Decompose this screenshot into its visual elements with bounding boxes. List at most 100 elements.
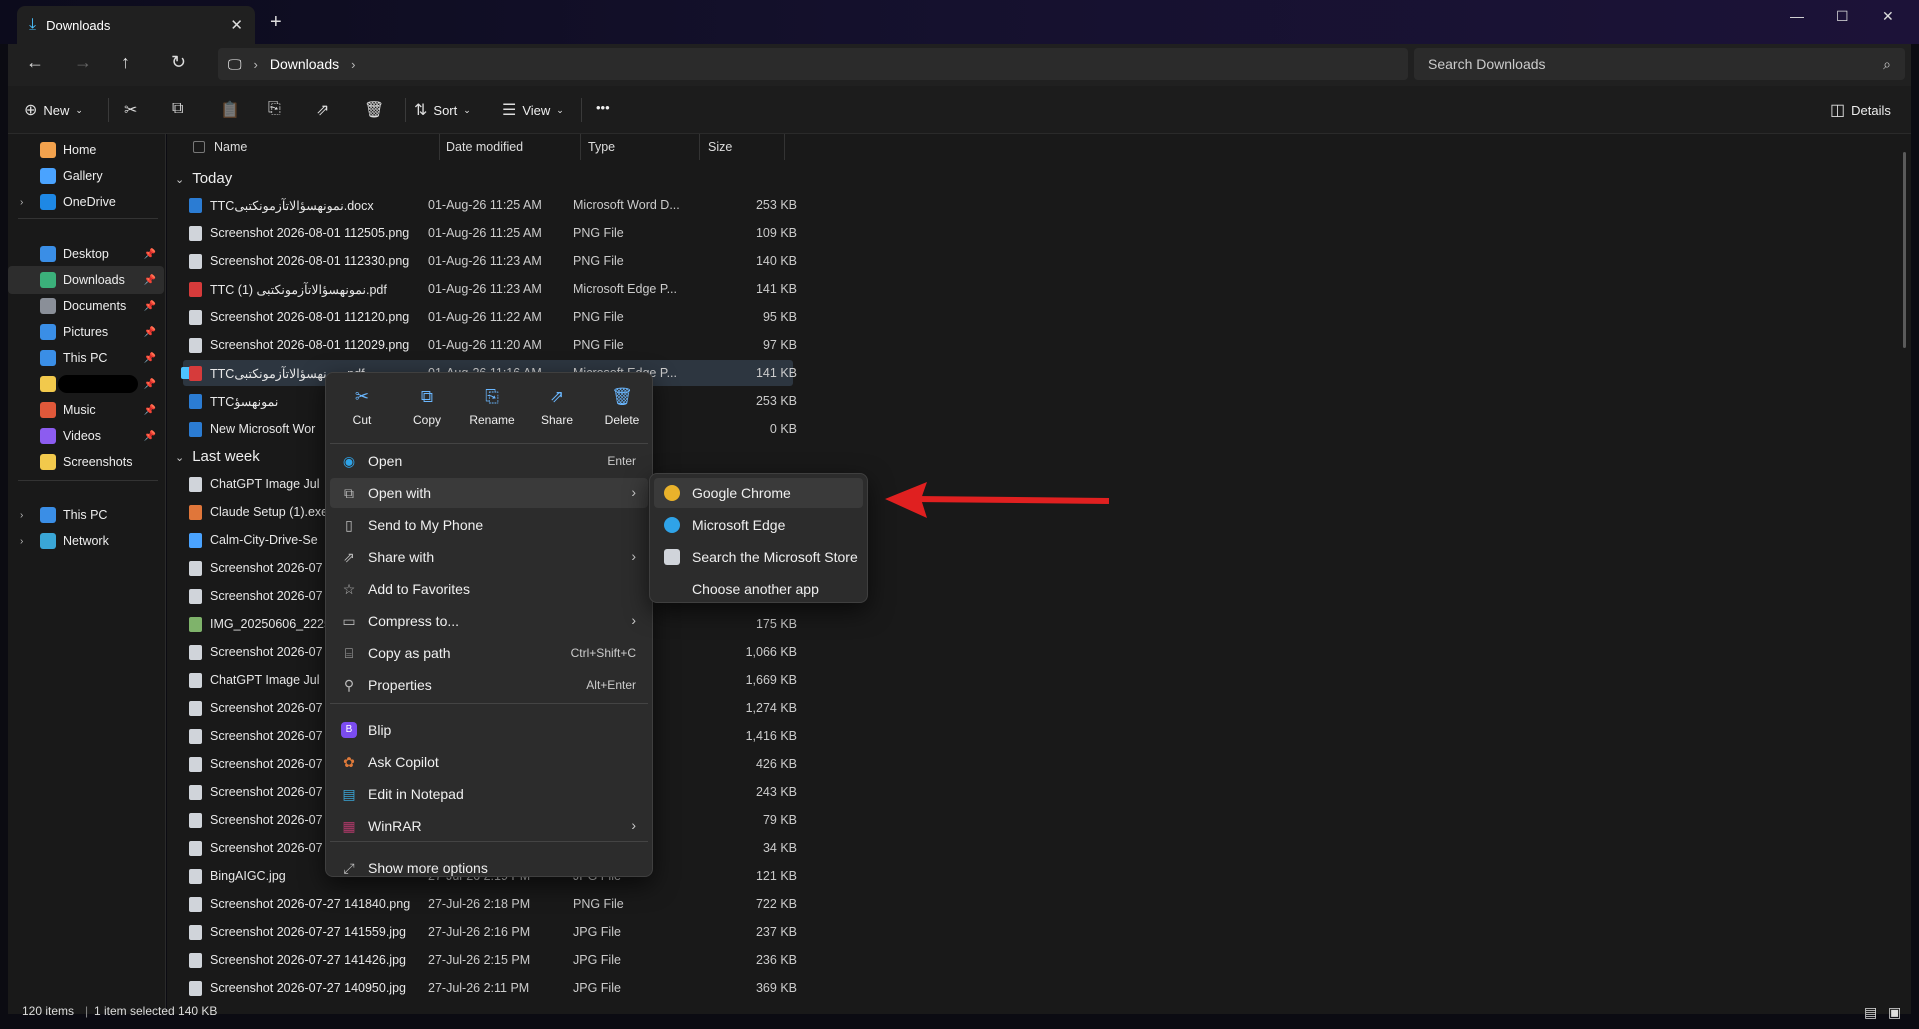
maximize-icon[interactable]: ☐ bbox=[1836, 8, 1849, 25]
menu-item[interactable]: ◉ Open Enter bbox=[330, 446, 648, 476]
sidebar-item[interactable]: Gallery bbox=[8, 162, 164, 190]
sidebar-item[interactable]: Downloads 📌 bbox=[8, 266, 164, 294]
sidebar-item[interactable]: › This PC bbox=[8, 501, 164, 529]
sidebar-item[interactable]: Videos 📌 bbox=[8, 422, 164, 450]
up-icon[interactable]: ↑ bbox=[121, 52, 130, 73]
back-icon[interactable]: ← bbox=[26, 52, 44, 73]
file-row[interactable]: Screenshot 2026-07-27 140950.jpg 27-Jul-2… bbox=[183, 975, 797, 1001]
submenu-item[interactable]: Google Chrome bbox=[654, 478, 863, 508]
address-bar[interactable]: 🖵 › Downloads › bbox=[218, 48, 1408, 80]
sidebar-item[interactable]: Desktop 📌 bbox=[8, 240, 164, 268]
forward-icon[interactable]: → bbox=[74, 52, 92, 73]
new-tab-button[interactable]: + bbox=[270, 11, 282, 34]
rename-icon[interactable]: ⎘ bbox=[268, 100, 281, 118]
menu-item[interactable]: ⧉ Open with › bbox=[330, 478, 648, 508]
expand-chevron-icon[interactable]: › bbox=[20, 536, 23, 547]
delete-quick-action[interactable]: 🗑 Delete bbox=[590, 383, 654, 437]
vertical-scrollbar[interactable] bbox=[1903, 152, 1906, 348]
pin-icon[interactable]: 📌 bbox=[144, 275, 156, 286]
menu-item[interactable]: ▭ Compress to... › bbox=[330, 606, 648, 636]
file-row[interactable]: TTCنمونهسؤالاتآزمونکتبی.docx 01-Aug-26 11… bbox=[183, 192, 797, 218]
sidebar-item[interactable]: Pictures 📌 bbox=[8, 318, 164, 346]
column-divider[interactable] bbox=[580, 134, 581, 160]
close-tab-icon[interactable]: ✕ bbox=[230, 16, 243, 34]
file-row[interactable]: Screenshot 2026-07-27 141840.png 27-Jul-2… bbox=[183, 891, 797, 917]
pin-icon[interactable]: 📌 bbox=[144, 353, 156, 364]
column-type[interactable]: Type bbox=[588, 140, 615, 154]
app-icon bbox=[664, 517, 680, 533]
view-button[interactable]: ☰ View ⌄ bbox=[502, 100, 564, 120]
share-quick-action[interactable]: ⇗ Share bbox=[525, 383, 589, 437]
sidebar-item[interactable]: › OneDrive bbox=[8, 188, 164, 216]
delete-icon[interactable]: 🗑 bbox=[364, 100, 384, 120]
file-row[interactable]: Screenshot 2026-07-27 141426.jpg 27-Jul-2… bbox=[183, 947, 797, 973]
minimize-icon[interactable]: — bbox=[1790, 8, 1804, 24]
pin-icon[interactable]: 📌 bbox=[144, 327, 156, 338]
select-all-checkbox[interactable] bbox=[193, 141, 205, 153]
column-size[interactable]: Size bbox=[708, 140, 732, 154]
column-divider[interactable] bbox=[439, 134, 440, 160]
tab-downloads[interactable]: ⤓ Downloads ✕ bbox=[17, 6, 255, 44]
sidebar-item[interactable]: 📌 bbox=[8, 370, 164, 398]
tiles-view-icon[interactable]: ▣ bbox=[1888, 1004, 1901, 1021]
share-icon[interactable]: ⇗ bbox=[316, 100, 329, 120]
submenu-item[interactable]: Search the Microsoft Store bbox=[654, 542, 863, 572]
copy-icon[interactable]: ⧉ bbox=[172, 100, 183, 118]
search-input[interactable]: Search Downloads ⌕ bbox=[1414, 48, 1905, 80]
expand-chevron-icon[interactable]: › bbox=[20, 197, 23, 208]
rename-quick-action[interactable]: ⎘ Rename bbox=[460, 383, 524, 437]
group-header-last-week[interactable]: ⌄ Last week bbox=[175, 448, 260, 465]
menu-item[interactable]: ▯ Send to My Phone bbox=[330, 510, 648, 540]
submenu-item[interactable]: Choose another app bbox=[654, 574, 863, 604]
chevron-right-icon[interactable]: › bbox=[351, 57, 355, 72]
sidebar-item[interactable]: Documents 📌 bbox=[8, 292, 164, 320]
group-header-today[interactable]: ⌄ Today bbox=[175, 170, 232, 187]
cut-icon[interactable]: ✂ bbox=[124, 100, 137, 120]
pin-icon[interactable]: 📌 bbox=[144, 249, 156, 260]
column-divider[interactable] bbox=[699, 134, 700, 160]
file-row[interactable]: Screenshot 2026-08-01 112120.png 01-Aug-2… bbox=[183, 304, 797, 330]
file-row[interactable]: Screenshot 2026-07-27 141559.jpg 27-Jul-2… bbox=[183, 919, 797, 945]
copy-quick-action[interactable]: ⧉ Copy bbox=[395, 383, 459, 437]
more-options-button[interactable]: ••• bbox=[596, 100, 610, 115]
menu-item[interactable]: ☆ Add to Favorites bbox=[330, 574, 648, 604]
details-view-icon[interactable]: ▤ bbox=[1864, 1004, 1877, 1021]
file-row[interactable]: Screenshot 2026-08-01 112029.png 01-Aug-2… bbox=[183, 332, 797, 358]
breadcrumb[interactable]: Downloads bbox=[270, 56, 339, 72]
refresh-icon[interactable]: ↻ bbox=[171, 52, 186, 73]
menu-item[interactable]: ⚲ Properties Alt+Enter bbox=[330, 670, 648, 700]
menu-item[interactable]: ⤢ Show more options bbox=[330, 853, 648, 883]
folder-icon bbox=[40, 298, 56, 314]
column-date-modified[interactable]: Date modified bbox=[446, 140, 523, 154]
folder-icon bbox=[40, 350, 56, 366]
sort-button[interactable]: ⇅ Sort ⌄ bbox=[414, 100, 471, 120]
expand-chevron-icon[interactable]: › bbox=[20, 510, 23, 521]
pin-icon[interactable]: 📌 bbox=[144, 405, 156, 416]
file-size: 236 KB bbox=[755, 953, 797, 967]
menu-item[interactable]: ✿ Ask Copilot bbox=[330, 747, 648, 777]
menu-item[interactable]: ▦ WinRAR › bbox=[330, 811, 648, 841]
sidebar-item[interactable]: › Network bbox=[8, 527, 164, 555]
details-button[interactable]: ◫ Details bbox=[1830, 100, 1891, 120]
file-row[interactable]: Screenshot 2026-08-01 112330.png 01-Aug-2… bbox=[183, 248, 797, 274]
column-name[interactable]: Name bbox=[214, 140, 247, 154]
file-row[interactable]: Screenshot 2026-08-01 112505.png 01-Aug-2… bbox=[183, 220, 797, 246]
close-window-icon[interactable]: ✕ bbox=[1882, 8, 1894, 25]
paste-icon[interactable]: 📋 bbox=[220, 100, 240, 120]
cut-quick-action[interactable]: ✂ Cut bbox=[330, 383, 394, 437]
sidebar-item[interactable]: This PC 📌 bbox=[8, 344, 164, 372]
menu-item[interactable]: B Blip bbox=[330, 715, 648, 745]
menu-item[interactable]: ⇗ Share with › bbox=[330, 542, 648, 572]
new-button[interactable]: ⊕ New ⌄ bbox=[24, 100, 83, 120]
sidebar-item[interactable]: Screenshots bbox=[8, 448, 164, 476]
column-divider[interactable] bbox=[784, 134, 785, 160]
menu-item[interactable]: ▤ Edit in Notepad bbox=[330, 779, 648, 809]
sidebar-item[interactable]: Music 📌 bbox=[8, 396, 164, 424]
file-row[interactable]: TTC نمونهسؤالاتآزمونکتبی (1).pdf 01-Aug-2… bbox=[183, 276, 797, 302]
pin-icon[interactable]: 📌 bbox=[144, 301, 156, 312]
submenu-item[interactable]: Microsoft Edge bbox=[654, 510, 863, 540]
pin-icon[interactable]: 📌 bbox=[144, 431, 156, 442]
menu-item[interactable]: ⌸ Copy as path Ctrl+Shift+C bbox=[330, 638, 648, 668]
pin-icon[interactable]: 📌 bbox=[144, 379, 156, 390]
sidebar-item[interactable]: Home bbox=[8, 136, 164, 164]
